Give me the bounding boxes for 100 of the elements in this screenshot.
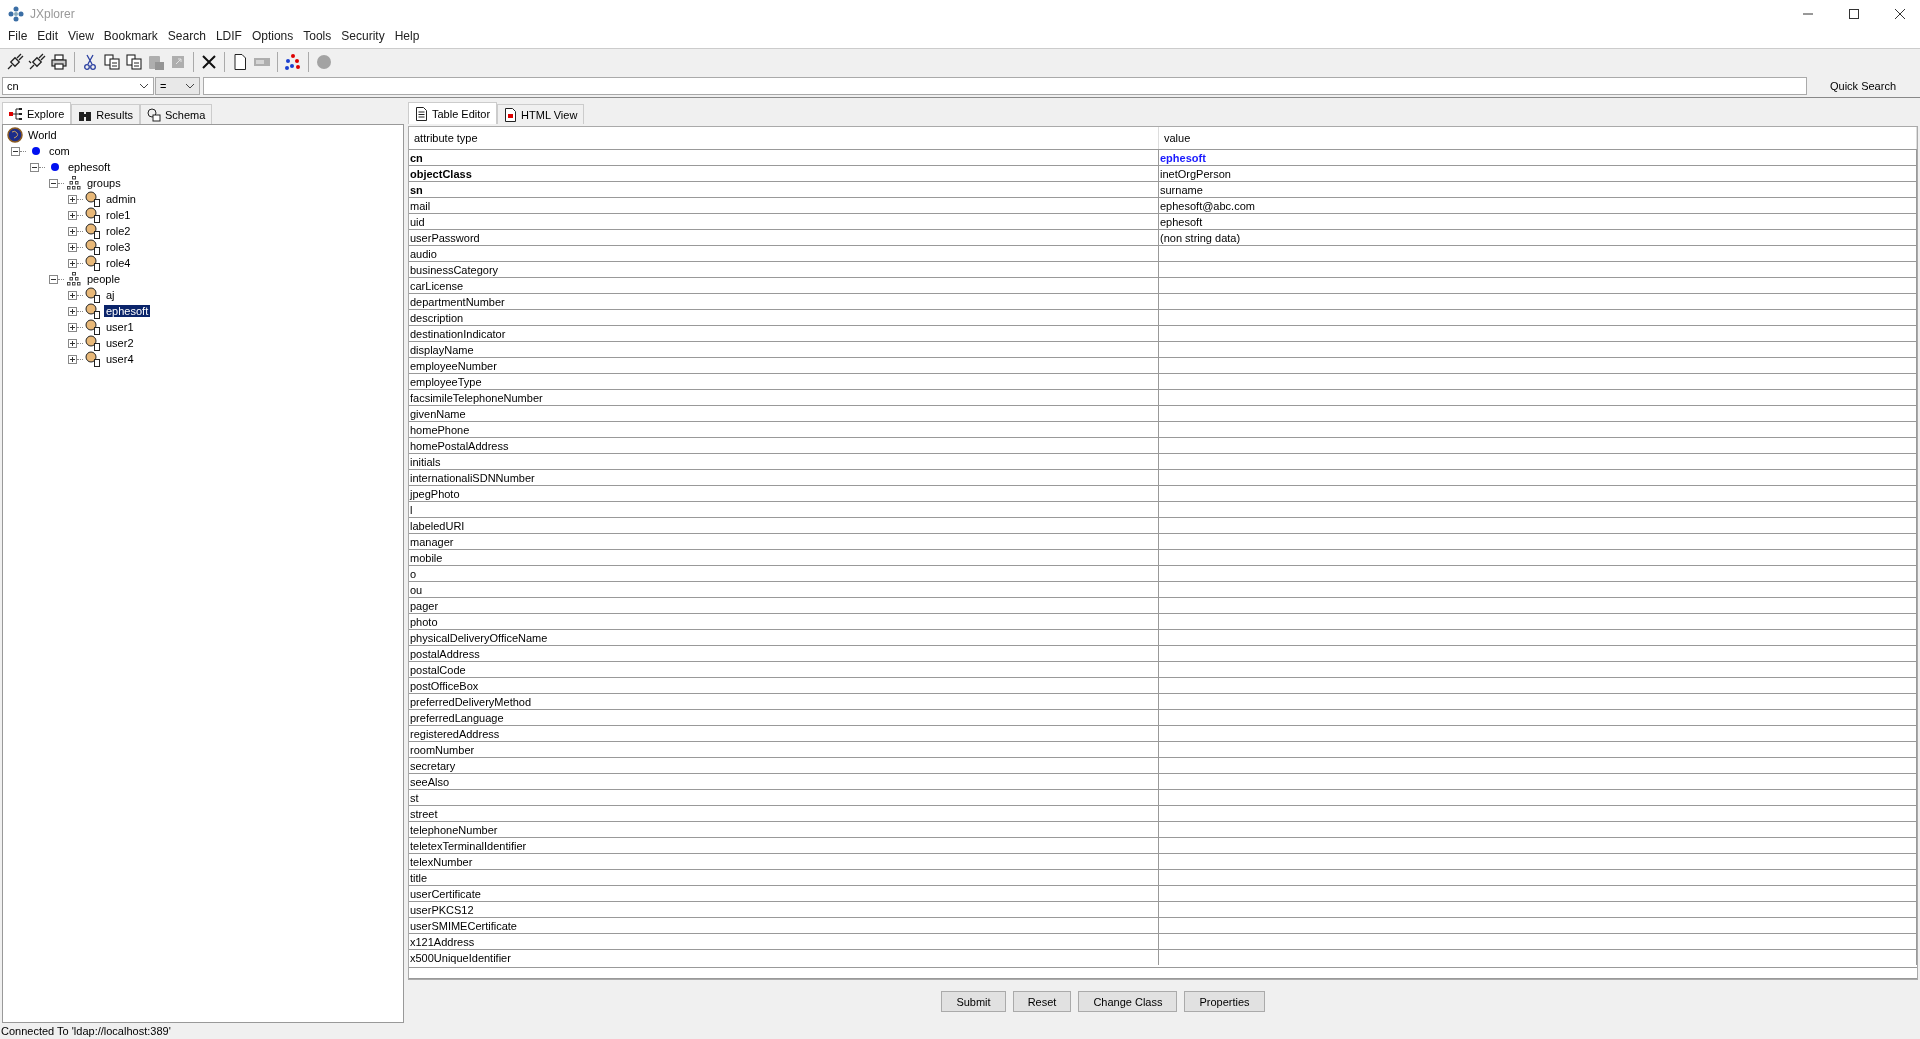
- menu-item[interactable]: View: [63, 29, 99, 43]
- tree-icon: [9, 106, 23, 121]
- expander-icon[interactable]: [68, 322, 77, 332]
- menu-item[interactable]: Bookmark: [98, 29, 163, 43]
- attribute-cell: businessCategory: [409, 262, 1159, 277]
- tab[interactable]: HTML View: [497, 104, 585, 124]
- value-cell[interactable]: (non string data): [1159, 230, 1917, 245]
- attribute-cell: sn: [409, 182, 1159, 197]
- menu-item[interactable]: Options: [246, 29, 299, 43]
- tree-node[interactable]: World: [26, 129, 59, 141]
- expander-icon[interactable]: [68, 338, 77, 348]
- value-cell[interactable]: inetOrgPerson: [1159, 166, 1917, 181]
- horizontal-scrollbar[interactable]: [409, 967, 1917, 979]
- tree-node[interactable]: user4: [104, 353, 136, 365]
- expander-icon[interactable]: [68, 258, 77, 268]
- attribute-cell: l: [409, 502, 1159, 517]
- attribute-cell: street: [409, 806, 1159, 821]
- tree-node[interactable]: user2: [104, 337, 136, 349]
- value-cell[interactable]: surname: [1159, 182, 1917, 197]
- attribute-cell: manager: [409, 534, 1159, 549]
- globe-icon: [7, 127, 23, 143]
- copy-icon[interactable]: [123, 51, 145, 73]
- tab[interactable]: Explore: [2, 102, 72, 124]
- attribute-cell: pager: [409, 598, 1159, 613]
- attribute-cell: mail: [409, 198, 1159, 213]
- tree-node[interactable]: role2: [104, 225, 133, 237]
- tree-node[interactable]: admin: [104, 193, 138, 205]
- expander-icon[interactable]: [49, 178, 58, 188]
- quick-search-button[interactable]: Quick Search: [1808, 79, 1918, 93]
- expander-icon[interactable]: [30, 162, 39, 172]
- attribute-cell: givenName: [409, 406, 1159, 421]
- menu-item[interactable]: Security: [336, 29, 390, 43]
- attribute-cell: employeeType: [409, 374, 1159, 389]
- tree-node[interactable]: role4: [104, 257, 133, 269]
- copy-icon[interactable]: [101, 51, 123, 73]
- attribute-cell: uid: [409, 214, 1159, 229]
- expander-icon[interactable]: [68, 242, 77, 252]
- attribute-cell: displayName: [409, 342, 1159, 357]
- menu-item[interactable]: Edit: [32, 29, 64, 43]
- attribute-dropdown[interactable]: cn: [2, 77, 154, 95]
- expander-icon[interactable]: [11, 146, 20, 156]
- attribute-cell: objectClass: [409, 166, 1159, 181]
- action-button[interactable]: Submit: [941, 991, 1006, 1012]
- attribute-cell: userPassword: [409, 230, 1159, 245]
- tree-node[interactable]: people: [85, 273, 123, 285]
- tree-node[interactable]: ephesoft: [104, 305, 151, 317]
- person-card-icon: [85, 303, 101, 319]
- tree-node[interactable]: aj: [104, 289, 117, 301]
- expander-icon[interactable]: [68, 354, 77, 364]
- tree-node[interactable]: role1: [104, 209, 133, 221]
- action-button[interactable]: Reset: [1012, 991, 1072, 1012]
- menu-item[interactable]: Search: [162, 29, 211, 43]
- tree-node[interactable]: com: [47, 145, 72, 157]
- menu-item[interactable]: File: [3, 29, 33, 43]
- app-logo-icon: [8, 6, 24, 22]
- column-header[interactable]: attribute type: [409, 127, 1159, 149]
- hierarchy-icon: [66, 175, 82, 191]
- value-cell[interactable]: ephesoft: [1159, 214, 1917, 229]
- menu-item[interactable]: Help: [389, 29, 425, 43]
- attribute-cell: physicalDeliveryOfficeName: [409, 630, 1159, 645]
- expander-icon[interactable]: [68, 194, 77, 204]
- value-cell[interactable]: ephesoft@abc.com: [1159, 198, 1917, 213]
- tree-node[interactable]: ephesoft: [66, 161, 113, 173]
- tab[interactable]: Table Editor: [408, 102, 498, 124]
- tree-node[interactable]: groups: [85, 177, 123, 189]
- person-card-icon: [85, 287, 101, 303]
- attribute-cell: postalAddress: [409, 646, 1159, 661]
- search-field[interactable]: [203, 77, 1807, 95]
- person-card-icon: [85, 223, 101, 239]
- attribute-cell: carLicense: [409, 278, 1159, 293]
- hierarchy-icon: [66, 271, 82, 287]
- column-header[interactable]: value: [1159, 127, 1917, 149]
- schema-icon: [147, 107, 161, 122]
- tab[interactable]: Schema: [140, 104, 213, 124]
- value-cell[interactable]: ephesoft: [1159, 150, 1917, 165]
- expander-icon[interactable]: [68, 290, 77, 300]
- expander-icon[interactable]: [68, 306, 77, 316]
- attribute-cell: labeledURI: [409, 518, 1159, 533]
- expander-icon[interactable]: [68, 226, 77, 236]
- attribute-cell: mobile: [409, 550, 1159, 565]
- tab[interactable]: Results: [71, 104, 140, 124]
- close-icon[interactable]: [1894, 8, 1906, 20]
- person-card-icon: [85, 319, 101, 335]
- menu-item[interactable]: LDIF: [210, 29, 247, 43]
- tree-node[interactable]: user1: [104, 321, 136, 333]
- action-button[interactable]: Properties: [1184, 991, 1265, 1012]
- chevron-down-icon: [185, 83, 195, 89]
- tree-node[interactable]: role3: [104, 241, 133, 253]
- maximize-icon[interactable]: [1848, 8, 1860, 20]
- expander-icon[interactable]: [68, 210, 77, 220]
- attribute-cell: homePhone: [409, 422, 1159, 437]
- attribute-cell: jpegPhoto: [409, 486, 1159, 501]
- attribute-cell: roomNumber: [409, 742, 1159, 757]
- attribute-cell: teletexTerminalIdentifier: [409, 838, 1159, 853]
- printer-icon[interactable]: [48, 51, 70, 73]
- expander-icon[interactable]: [49, 274, 58, 284]
- menu-item[interactable]: Tools: [298, 29, 337, 43]
- attribute-cell: postOfficeBox: [409, 678, 1159, 693]
- action-button[interactable]: Change Class: [1078, 991, 1178, 1012]
- operator-dropdown[interactable]: =: [155, 77, 200, 95]
